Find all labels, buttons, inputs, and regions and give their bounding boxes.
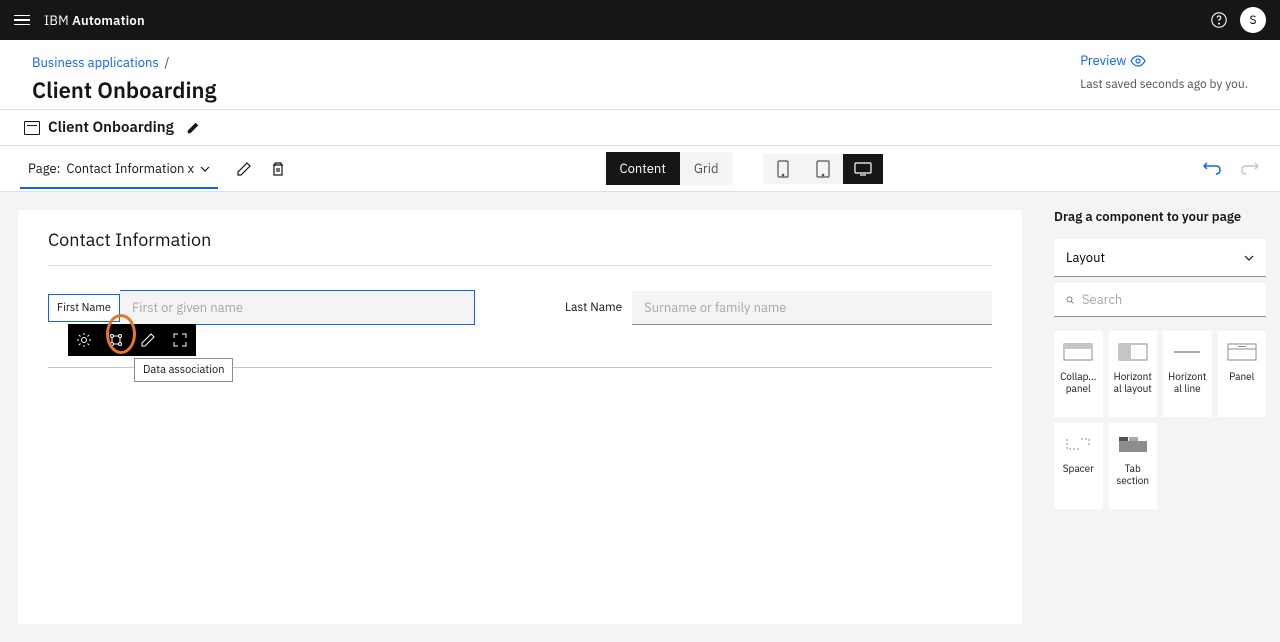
sub-title: Client Onboarding	[48, 118, 174, 137]
mobile-view-button[interactable]	[763, 154, 803, 184]
last-name-field[interactable]: Last Name	[565, 290, 992, 325]
component-horizontal-line[interactable]: Horizontal line	[1163, 331, 1212, 417]
canvas-title: Contact Information	[48, 228, 992, 266]
component-spacer[interactable]: Spacer	[1054, 423, 1103, 509]
component-collapsible-panel[interactable]: Collap... panel	[1054, 331, 1103, 417]
content-tab[interactable]: Content	[606, 152, 680, 185]
saved-status: Last saved seconds ago by you.	[1080, 77, 1248, 92]
avatar[interactable]: S	[1240, 7, 1266, 33]
settings-button[interactable]	[68, 324, 100, 356]
eye-icon	[1130, 55, 1146, 67]
expand-button[interactable]	[164, 324, 196, 356]
breadcrumb-link[interactable]: Business applications	[32, 54, 159, 71]
last-name-input[interactable]	[632, 291, 992, 325]
app-icon	[24, 121, 40, 135]
first-name-field[interactable]: First Name	[48, 290, 475, 325]
search-icon	[1066, 293, 1074, 307]
component-panel[interactable]: Panel	[1218, 331, 1267, 417]
menu-icon[interactable]	[14, 15, 30, 26]
last-name-label: Last Name	[565, 300, 622, 315]
undo-icon[interactable]	[1202, 161, 1222, 177]
tooltip: Data association	[134, 358, 233, 382]
data-association-button[interactable]	[100, 324, 132, 356]
search-input[interactable]	[1082, 291, 1254, 308]
brand-label: IBM Automation	[44, 12, 145, 29]
chevron-down-icon	[200, 166, 210, 172]
layout-select[interactable]: Layout	[1054, 239, 1266, 277]
desktop-view-button[interactable]	[843, 154, 883, 184]
preview-link[interactable]: Preview	[1080, 52, 1248, 69]
panel-title: Drag a component to your page	[1054, 208, 1266, 225]
help-icon[interactable]	[1210, 11, 1228, 29]
canvas[interactable]: Contact Information First Name Last Name	[18, 210, 1022, 624]
edit-icon[interactable]	[236, 161, 252, 177]
field-toolbar	[68, 324, 196, 356]
edit-title-icon[interactable]	[186, 121, 200, 135]
edit-field-button[interactable]	[132, 324, 164, 356]
page-selector[interactable]: Page: Contact Information x	[20, 148, 218, 189]
breadcrumb-sep: /	[165, 54, 170, 71]
delete-icon[interactable]	[270, 161, 286, 177]
component-tab-section[interactable]: Tab section	[1109, 423, 1158, 509]
first-name-label: First Name	[48, 294, 120, 322]
grid-tab[interactable]: Grid	[680, 152, 733, 185]
component-panel: Drag a component to your page Layout Col…	[1040, 192, 1280, 642]
top-header: IBM Automation S	[0, 0, 1280, 40]
tablet-view-button[interactable]	[803, 154, 843, 184]
search-box[interactable]	[1054, 283, 1266, 317]
first-name-input[interactable]	[120, 291, 474, 324]
redo-icon	[1240, 161, 1260, 177]
component-horizontal-layout[interactable]: Horizontal layout	[1109, 331, 1158, 417]
chevron-down-icon	[1244, 255, 1254, 261]
page-title: Client Onboarding	[32, 76, 1080, 105]
